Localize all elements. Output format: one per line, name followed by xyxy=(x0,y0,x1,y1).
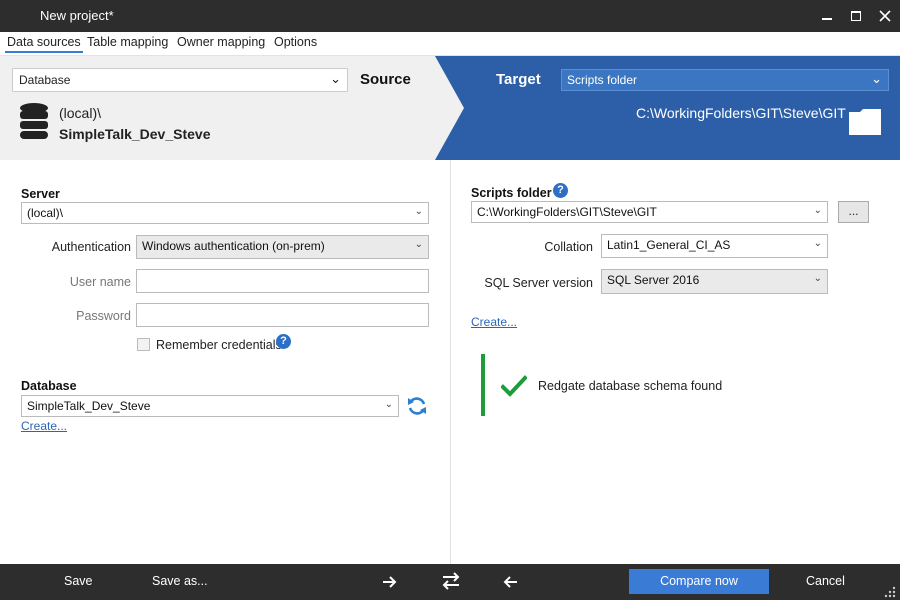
chevron-down-icon: ⌄ xyxy=(813,205,822,216)
username-label: User name xyxy=(69,275,131,289)
sql-server-version-select[interactable]: SQL Server 2016 ⌄ xyxy=(601,269,828,294)
remember-credentials-checkbox[interactable] xyxy=(137,338,150,351)
username-field[interactable] xyxy=(136,269,429,293)
target-heading: Target xyxy=(496,71,541,88)
arrow-left-icon[interactable] xyxy=(502,575,518,589)
database-icon xyxy=(20,103,48,139)
source-database-text: SimpleTalk_Dev_Steve xyxy=(59,126,211,142)
remember-credentials-label: Remember credentials xyxy=(156,338,282,352)
server-value: (local)\ xyxy=(27,206,64,220)
maximize-icon[interactable] xyxy=(846,6,866,26)
swap-icon[interactable] xyxy=(440,571,462,591)
source-target-header: Database ⌄ Source (local)\ SimpleTalk_De… xyxy=(0,56,900,160)
browse-button[interactable]: ... xyxy=(838,201,869,223)
cancel-button[interactable]: Cancel xyxy=(806,574,845,588)
compare-now-button[interactable]: Compare now xyxy=(629,569,769,594)
authentication-select[interactable]: Windows authentication (on-prem) ⌄ xyxy=(136,235,429,259)
chevron-down-icon: ⌄ xyxy=(414,206,423,217)
server-label: Server xyxy=(21,187,60,201)
server-combobox[interactable]: (local)\ ⌄ xyxy=(21,202,429,224)
title-bar: New project* xyxy=(0,0,900,32)
help-icon[interactable]: ? xyxy=(553,183,568,198)
collation-label: Collation xyxy=(544,240,593,254)
chevron-down-icon: ⌄ xyxy=(871,71,882,86)
database-value: SimpleTalk_Dev_Steve xyxy=(27,399,151,413)
status-message: Redgate database schema found xyxy=(538,379,723,393)
source-panel: Server (local)\ ⌄ Authentication Windows… xyxy=(0,160,450,564)
window-title: New project* xyxy=(40,8,114,23)
chevron-down-icon: ⌄ xyxy=(813,273,822,284)
tab-options[interactable]: Options xyxy=(272,35,319,49)
scripts-folder-label: Scripts folder xyxy=(471,186,552,200)
target-path-text: C:\WorkingFolders\GIT\Steve\GIT xyxy=(636,105,846,121)
source-server-text: (local)\ xyxy=(59,105,102,121)
chevron-down-icon: ⌄ xyxy=(384,399,393,410)
save-as-button[interactable]: Save as... xyxy=(152,574,208,588)
sql-server-version-label: SQL Server version xyxy=(484,276,593,290)
chevron-down-icon: ⌄ xyxy=(330,71,341,86)
target-type-select[interactable]: Scripts folder ⌄ xyxy=(561,69,889,91)
authentication-value: Windows authentication (on-prem) xyxy=(142,239,325,253)
refresh-icon[interactable] xyxy=(406,395,428,417)
sql-server-version-value: SQL Server 2016 xyxy=(607,273,700,287)
close-icon[interactable] xyxy=(875,6,895,26)
tab-bar: Data sources Table mapping Owner mapping… xyxy=(0,32,900,56)
status-accent-bar xyxy=(481,354,485,416)
collation-select[interactable]: Latin1_General_CI_AS ⌄ xyxy=(601,234,828,258)
password-field[interactable] xyxy=(136,303,429,327)
tab-owner-mapping[interactable]: Owner mapping xyxy=(175,35,267,49)
source-heading: Source xyxy=(360,71,411,88)
password-label: Password xyxy=(76,309,131,323)
create-scripts-folder-link[interactable]: Create... xyxy=(471,315,517,329)
chevron-down-icon: ⌄ xyxy=(414,239,423,250)
collation-value: Latin1_General_CI_AS xyxy=(607,238,731,252)
scripts-folder-value: C:\WorkingFolders\GIT\Steve\GIT xyxy=(477,205,657,219)
folder-icon xyxy=(849,109,881,135)
source-type-select[interactable]: Database ⌄ xyxy=(12,68,348,92)
bottom-toolbar: Save Save as... Compare now Cancel xyxy=(0,564,900,600)
source-type-value: Database xyxy=(19,73,71,87)
target-type-value: Scripts folder xyxy=(567,73,638,87)
tab-data-sources[interactable]: Data sources xyxy=(5,35,83,53)
resize-grip-icon[interactable] xyxy=(884,586,896,598)
database-combobox[interactable]: SimpleTalk_Dev_Steve ⌄ xyxy=(21,395,399,417)
chevron-down-icon: ⌄ xyxy=(813,238,822,249)
authentication-label: Authentication xyxy=(51,240,131,254)
target-panel: Scripts folder ? C:\WorkingFolders\GIT\S… xyxy=(451,160,900,564)
database-label: Database xyxy=(21,379,77,393)
create-database-link[interactable]: Create... xyxy=(21,419,67,433)
save-button[interactable]: Save xyxy=(64,574,93,588)
arrow-right-icon[interactable] xyxy=(382,575,398,589)
tab-table-mapping[interactable]: Table mapping xyxy=(85,35,170,49)
scripts-folder-combobox[interactable]: C:\WorkingFolders\GIT\Steve\GIT ⌄ xyxy=(471,201,828,223)
checkmark-icon xyxy=(501,375,527,397)
minimize-icon[interactable] xyxy=(817,6,837,26)
help-icon[interactable]: ? xyxy=(276,334,291,349)
